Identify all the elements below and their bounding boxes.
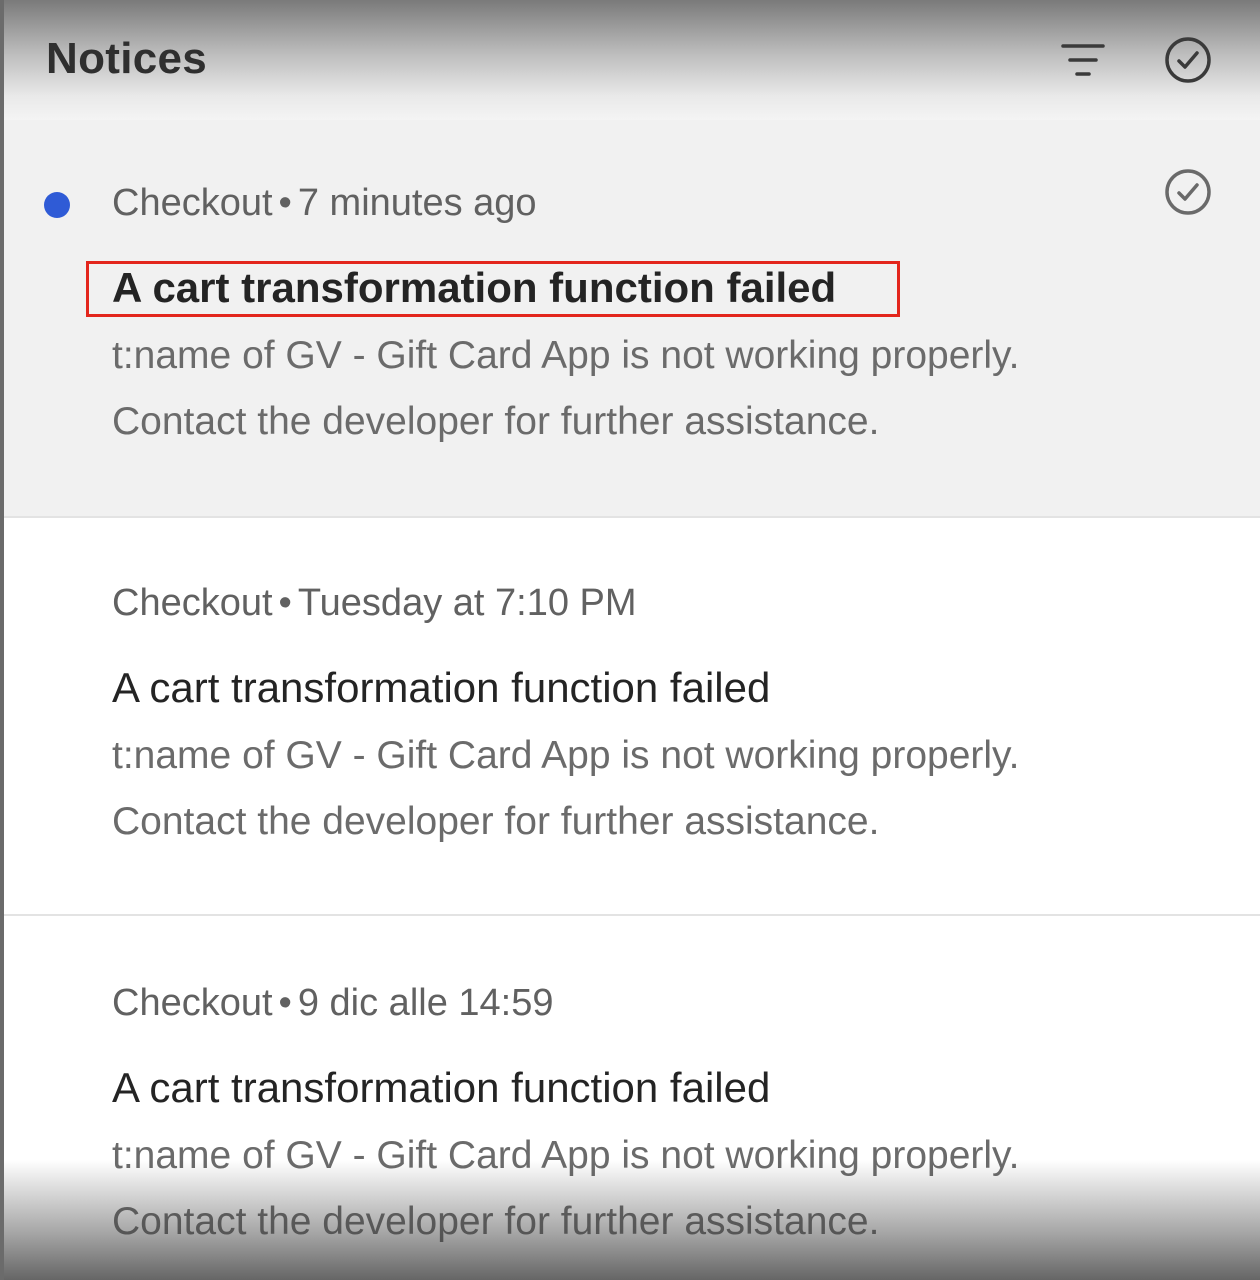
notice-body-line-2: Contact the developer for further assist… [112, 800, 880, 843]
page-title: Notices [46, 34, 208, 83]
notice-item[interactable] [4, 518, 1260, 916]
notice-title: A cart transformation function failed [112, 664, 771, 711]
notice-source: Checkout [112, 982, 273, 1024]
notices-header: Notices [4, 0, 1260, 120]
notice-title: A cart transformation function failed [112, 1064, 771, 1111]
unread-indicator [44, 192, 70, 218]
notice-source: Checkout [112, 582, 273, 624]
notice-body-line-1: t:name of GV - Gift Card App is not work… [112, 1134, 1020, 1177]
mark-read-icon[interactable] [1164, 168, 1212, 216]
notice-separator: • [278, 182, 292, 224]
notice-meta: Checkout • Tuesday at 7:10 PM [112, 582, 637, 625]
highlight-annotation [86, 261, 900, 317]
mark-all-read-icon[interactable] [1164, 36, 1212, 84]
notice-time: Tuesday at 7:10 PM [297, 582, 637, 624]
notice-body-line-2: Contact the developer for further assist… [112, 400, 880, 443]
notice-item[interactable] [4, 120, 1260, 518]
notice-separator: • [278, 582, 292, 624]
notice-source: Checkout [112, 182, 273, 224]
notice-body-line-1: t:name of GV - Gift Card App is not work… [112, 334, 1020, 377]
notices-panel: Notices Checkout • 7 minutes ago A cart tr… [4, 0, 1260, 1280]
notice-separator: • [278, 982, 292, 1024]
notice-time: 9 dic alle 14:59 [297, 982, 554, 1024]
notice-body-line-1: t:name of GV - Gift Card App is not work… [112, 734, 1020, 777]
notice-body-line-2: Contact the developer for further assist… [112, 1200, 880, 1243]
notice-meta: Checkout • 7 minutes ago [112, 182, 537, 225]
filter-icon[interactable] [1059, 36, 1107, 84]
notice-meta: Checkout • 9 dic alle 14:59 [112, 982, 554, 1025]
notice-time: 7 minutes ago [297, 182, 537, 224]
